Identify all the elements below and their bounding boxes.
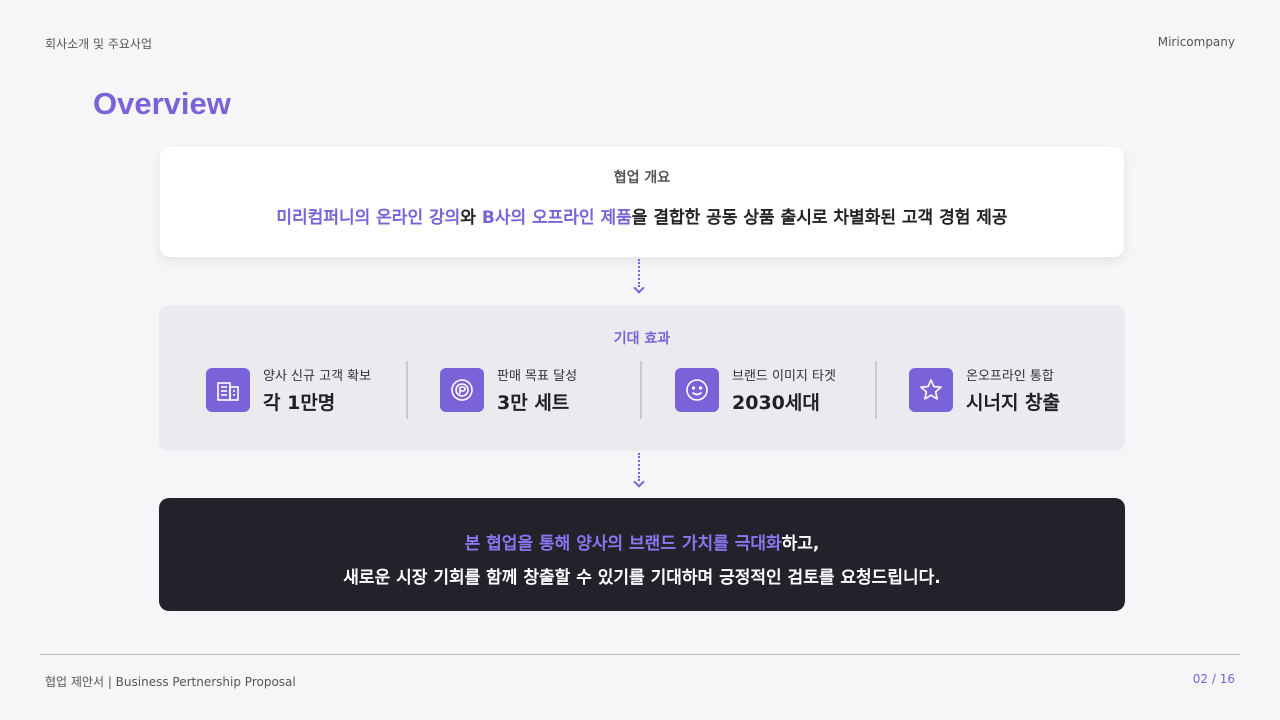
header-section-label: 회사소개 및 주요사업 [45, 37, 152, 51]
summary-text-2: 을 결합한 공동 상품 출시로 차별화된 고객 경험 제공 [631, 208, 1008, 228]
footer-divider [40, 654, 1240, 655]
effect-value: 시너지 창출 [966, 392, 1061, 414]
effect-divider [875, 361, 877, 419]
flow-arrow-icon [638, 453, 646, 481]
summary-highlight-2: B사의 오프라인 제품 [481, 208, 632, 228]
summary-card: 협업 개요 미리컴퍼니의 온라인 강의와 B사의 오프라인 제품을 결합한 공동… [160, 147, 1124, 257]
summary-text-1: 와 [460, 208, 482, 228]
effect-item: 온오프라인 통합 시너지 창출 [909, 361, 1060, 419]
footer-doc-title: 협업 제안서 | Business Pertnership Proposal [45, 675, 296, 689]
header-company-name: Miricompany [1157, 35, 1235, 49]
closing-highlight: 본 협업을 통해 양사의 브랜드 가치를 극대화 [464, 534, 782, 554]
effects-caption: 기대 효과 [613, 331, 671, 347]
effect-divider [640, 361, 642, 419]
summary-highlight-1: 미리컴퍼니의 온라인 강의 [276, 208, 461, 228]
effect-divider [406, 361, 408, 419]
effects-card: 기대 효과 양사 신규 고객 확보 각 1만명 판매 목표 달성 3만 세트 브… [159, 305, 1125, 451]
star-icon [909, 368, 953, 412]
building-icon [206, 368, 250, 412]
effect-item: 양사 신규 고객 확보 각 1만명 [206, 361, 371, 419]
closing-card: 본 협업을 통해 양사의 브랜드 가치를 극대화하고, 새로운 시장 기회를 함… [159, 498, 1125, 611]
page-number: 02 / 16 [1192, 672, 1235, 686]
effect-label: 판매 목표 달성 [497, 369, 578, 384]
effect-label: 양사 신규 고객 확보 [263, 369, 372, 384]
summary-text: 미리컴퍼니의 온라인 강의와 B사의 오프라인 제품을 결합한 공동 상품 출시… [160, 203, 1124, 228]
closing-line-1-rest: 하고, [781, 534, 820, 554]
effect-item: 판매 목표 달성 3만 세트 [440, 361, 577, 419]
summary-caption: 협업 개요 [613, 170, 671, 186]
page-title: Overview [93, 86, 231, 121]
closing-line-1: 본 협업을 통해 양사의 브랜드 가치를 극대화하고, [159, 529, 1125, 554]
effect-value: 3만 세트 [497, 392, 570, 414]
smile-icon [675, 368, 719, 412]
effect-value: 2030세대 [732, 392, 820, 414]
effect-value: 각 1만명 [263, 392, 336, 414]
effect-item: 브랜드 이미지 타겟 2030세대 [675, 361, 836, 419]
target-icon [440, 368, 484, 412]
closing-line-2: 새로운 시장 기회를 함께 창출할 수 있기를 기대하며 긍정적인 검토를 요청… [343, 568, 941, 588]
flow-arrow-icon [638, 259, 646, 287]
effect-label: 온오프라인 통합 [966, 369, 1054, 384]
effect-label: 브랜드 이미지 타겟 [732, 369, 836, 384]
